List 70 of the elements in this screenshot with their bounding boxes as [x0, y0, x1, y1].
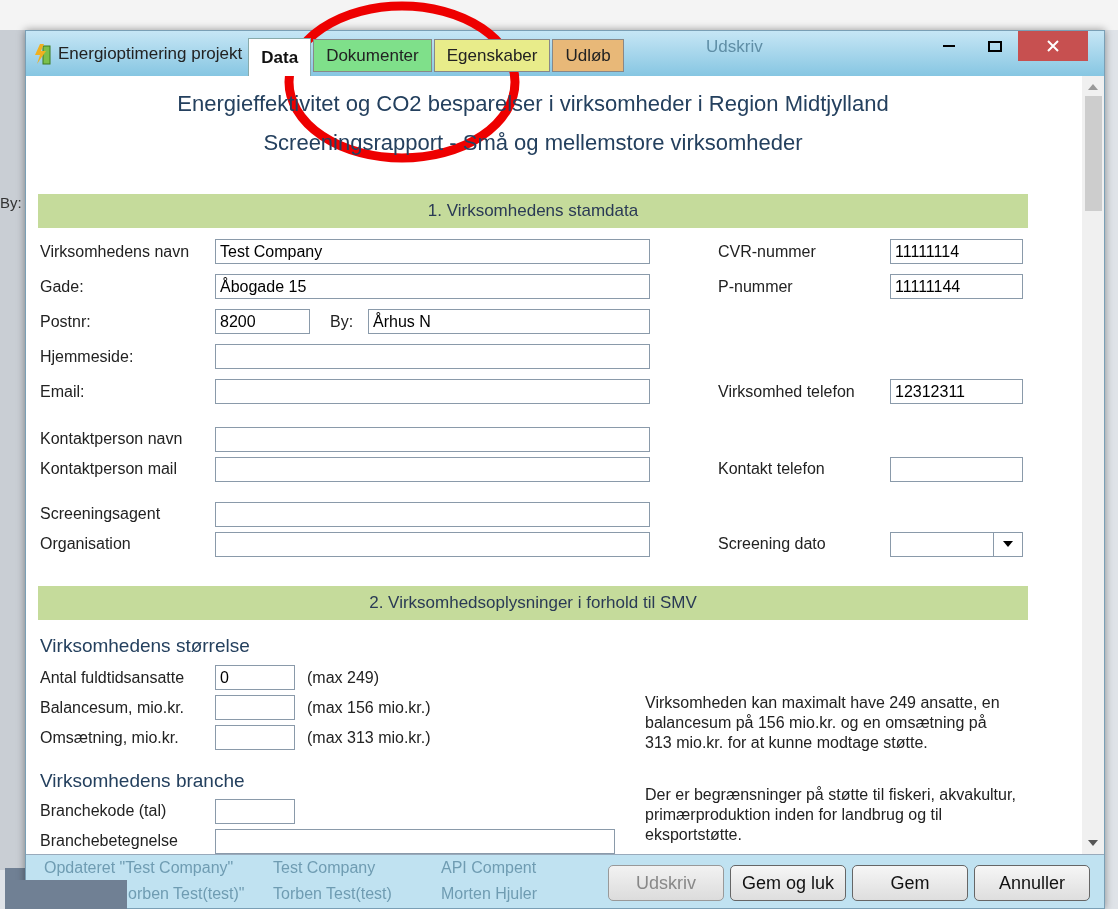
scroll-up-icon[interactable]	[1088, 84, 1098, 90]
input-field[interactable]: Test Company	[215, 239, 650, 264]
input-field[interactable]: 12312311	[890, 379, 1023, 404]
info-note: Virksomheden kan maximalt have 249 ansatte, en balancesum på 156 mio.kr. og en omsætning på 313 mio.kr. for at kunne modtage støtte.	[645, 693, 1001, 753]
limit-hint: (max 156 mio.kr.)	[307, 697, 431, 718]
input-field[interactable]	[215, 456, 650, 482]
field-label: Email:	[40, 381, 86, 402]
field-label: Organisation	[40, 534, 132, 554]
scroll-down-icon[interactable]	[1088, 840, 1098, 846]
input-field[interactable]	[215, 725, 295, 750]
field-label: Kontaktperson navn	[40, 429, 184, 449]
limit-hint: (max 249)	[307, 667, 380, 688]
input-field[interactable]: 11111114	[890, 239, 1023, 264]
field-label: Screeningsagent	[40, 504, 162, 524]
info-note: Der er begrænsninger på støtte til fiskeri, akvakultur, primærproduktion inden for landbrug og til eksportstøtte.	[645, 785, 1017, 845]
tab[interactable]: Dokumenter	[313, 39, 432, 72]
section-header: 2. Virksomhedsoplysninger i forhold til SMV	[38, 586, 1028, 620]
input-field[interactable]	[215, 828, 615, 854]
section-header: 1. Virksomhedens stamdata	[38, 194, 1028, 228]
background-table-cell-text: Opdateret "Test Company"	[44, 858, 235, 878]
field-label: P-nummer	[718, 276, 794, 297]
tab[interactable]: Udløb	[552, 39, 624, 72]
background-table-cell-text: Test Company	[273, 858, 377, 878]
subsection-title: Virksomhedens branche	[40, 768, 246, 793]
tab[interactable]: Data	[248, 38, 312, 76]
input-field[interactable]	[215, 379, 650, 404]
field-label: Kontakt telefon	[718, 459, 826, 479]
scroll-thumb[interactable]	[1084, 96, 1102, 211]
tab[interactable]: Egenskaber	[433, 39, 551, 72]
field-label: Antal fuldtidsansatte	[40, 667, 186, 688]
field-label: Branchebetegnelse	[40, 831, 179, 851]
background-table-cell-text: orben Test(test)"	[128, 884, 246, 904]
input-field[interactable]	[215, 344, 650, 369]
input-field[interactable]: 11111144	[890, 274, 1023, 299]
field-label: Branchekode (tal)	[40, 801, 168, 821]
field-label: Virksomhedens navn	[40, 241, 191, 262]
close-icon	[1047, 40, 1059, 52]
battery-lightning-icon	[34, 42, 52, 65]
background-label: By:	[0, 193, 22, 213]
field-label: Balancesum, mio.kr.	[40, 697, 186, 718]
input-field[interactable]	[890, 456, 1023, 482]
input-field[interactable]	[215, 531, 650, 557]
background-table-cell-text: Torben Test(test)	[273, 884, 393, 904]
field-label: Hjemmeside:	[40, 346, 135, 367]
limit-hint: (max 313 mio.kr.)	[307, 727, 431, 748]
field-label: Screening dato	[718, 534, 827, 554]
background-toolbar-text: Udskriv	[706, 36, 763, 58]
field-label: CVR-nummer	[718, 241, 817, 262]
field-label: By:	[330, 311, 355, 332]
input-field[interactable]: Åbogade 15	[215, 274, 650, 299]
postal-code-field[interactable]: 8200	[215, 309, 310, 334]
background-table-cell-text: Morten Hjuler	[441, 884, 539, 904]
field-label: Kontaktperson mail	[40, 459, 178, 479]
field-label: Virksomhed telefon	[718, 381, 856, 402]
input-field[interactable]	[215, 695, 295, 720]
field-label: Postnr:	[40, 311, 92, 332]
subsection-title: Virksomhedens størrelse	[40, 634, 251, 658]
input-field[interactable]: 0	[215, 665, 295, 690]
dialog-button[interactable]: Gem	[852, 865, 968, 901]
city-field[interactable]: Århus N	[368, 309, 650, 334]
close-button[interactable]	[1018, 31, 1088, 61]
field-label: Gade:	[40, 276, 85, 297]
field-label: Omsætning, mio.kr.	[40, 727, 180, 748]
input-field[interactable]	[215, 426, 650, 452]
window-title: Energioptimering projekt	[58, 42, 243, 65]
dialog-button[interactable]: Annuller	[974, 865, 1090, 901]
dialog-button[interactable]: Gem og luk	[730, 865, 846, 901]
input-field[interactable]	[215, 501, 650, 527]
background-table-cell-text: API Compent	[441, 858, 538, 878]
input-field[interactable]	[215, 798, 295, 824]
